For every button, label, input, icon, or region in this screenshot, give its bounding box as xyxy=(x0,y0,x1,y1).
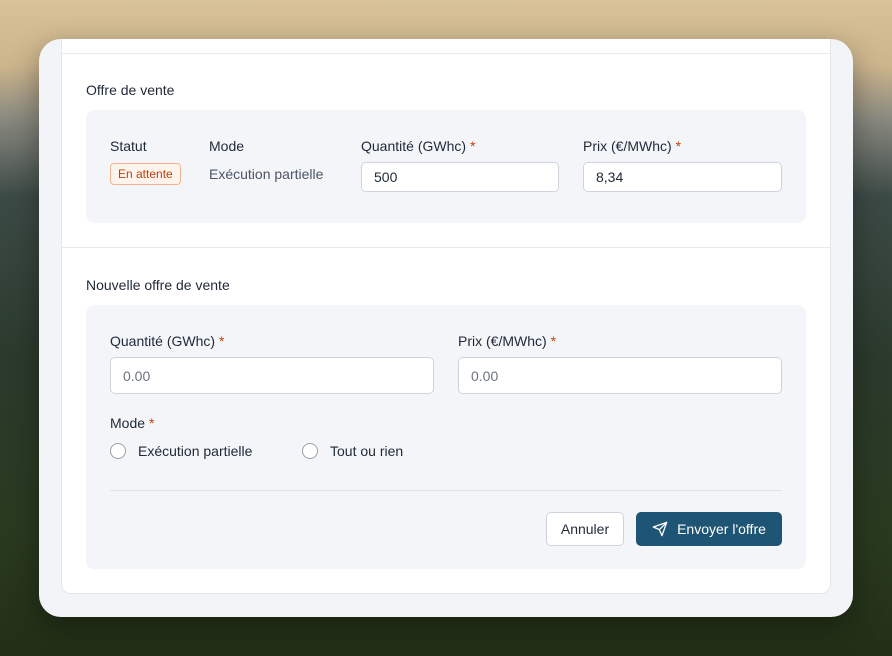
new-price-label-text: Prix (€/MWhc) xyxy=(458,333,547,349)
modal-window: Offre de vente Statut En attente Mode Ex… xyxy=(39,39,853,617)
new-offer-panel: Quantité (GWhc)* Prix (€/MWhc)* Mode* Ex… xyxy=(86,305,806,569)
send-icon xyxy=(652,521,668,537)
new-offer-title: Nouvelle offre de vente xyxy=(86,277,230,293)
mode-option-partial[interactable]: Exécution partielle xyxy=(110,443,252,459)
required-mark: * xyxy=(219,333,225,349)
price-label: Prix (€/MWhc) * xyxy=(583,138,681,154)
submit-label: Envoyer l'offre xyxy=(677,521,766,537)
new-quantity-label-text: Quantité (GWhc) xyxy=(110,333,216,349)
current-quantity-input[interactable] xyxy=(361,162,559,192)
required-mark: * xyxy=(470,138,476,154)
mode-value: Exécution partielle xyxy=(209,166,324,182)
mode-option-all-or-nothing[interactable]: Tout ou rien xyxy=(302,443,403,459)
mode-option-label: Exécution partielle xyxy=(138,443,253,459)
radio-circle-icon[interactable] xyxy=(302,443,318,459)
new-quantity-input[interactable] xyxy=(110,357,434,394)
required-mark: * xyxy=(550,333,557,349)
submit-offer-button[interactable]: Envoyer l'offre xyxy=(636,512,782,546)
new-price-label: Prix (€/MWhc) * xyxy=(458,333,556,349)
new-price-input[interactable] xyxy=(458,357,782,394)
new-mode-label-text: Mode xyxy=(110,415,146,431)
section-divider xyxy=(62,247,830,248)
status-badge: En attente xyxy=(110,163,181,185)
new-mode-label: Mode * xyxy=(110,415,154,431)
quantity-label: Quantité (GWhc) * xyxy=(361,138,475,154)
offer-card: Offre de vente Statut En attente Mode Ex… xyxy=(61,39,831,594)
current-offer-title: Offre de vente xyxy=(86,82,175,98)
quantity-label-text: Quantité (GWhc) xyxy=(361,138,467,154)
current-offer-panel: Statut En attente Mode Exécution partiel… xyxy=(86,110,806,223)
required-mark: * xyxy=(675,138,682,154)
radio-circle-icon[interactable] xyxy=(110,443,126,459)
current-price-input[interactable] xyxy=(583,162,782,192)
cancel-button[interactable]: Annuler xyxy=(546,512,624,546)
actions-separator xyxy=(110,490,782,491)
status-label: Statut xyxy=(110,138,147,154)
price-label-text: Prix (€/MWhc) xyxy=(583,138,672,154)
top-divider xyxy=(62,53,830,54)
new-quantity-label: Quantité (GWhc) * xyxy=(110,333,224,349)
mode-option-label: Tout ou rien xyxy=(330,443,404,459)
required-mark: * xyxy=(149,415,155,431)
mode-label: Mode xyxy=(209,138,245,154)
